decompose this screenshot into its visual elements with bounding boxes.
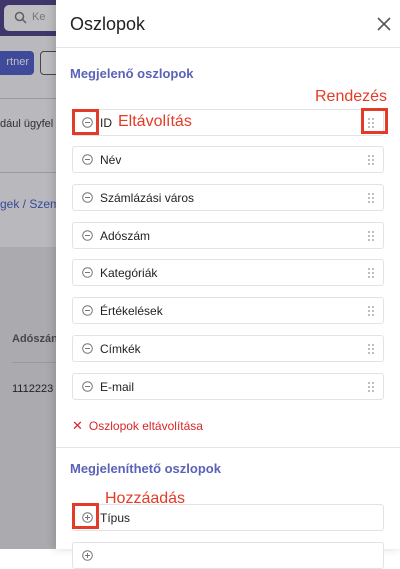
- column-label: E-mail: [100, 380, 135, 394]
- drag-handle-icon[interactable]: [367, 192, 375, 204]
- annotation-sort-label: Rendezés: [315, 88, 388, 105]
- annotation-remove-box: [72, 109, 99, 135]
- remove-column-icon[interactable]: [82, 154, 93, 165]
- modal-overlay[interactable]: [0, 0, 56, 549]
- column-label: Név: [100, 153, 122, 167]
- close-icon[interactable]: [374, 14, 394, 34]
- available-column-item[interactable]: [72, 542, 384, 569]
- panel-divider: [56, 447, 400, 448]
- column-label: Típus: [100, 511, 131, 525]
- column-label: Kategóriák: [100, 266, 158, 280]
- add-column-icon[interactable]: [82, 550, 93, 561]
- close-icon: ✕: [72, 418, 83, 433]
- remove-columns-label: Oszlopok eltávolítása: [88, 419, 203, 433]
- remove-column-icon[interactable]: [82, 230, 93, 241]
- drag-handle-icon[interactable]: [367, 154, 375, 166]
- remove-column-icon[interactable]: [82, 381, 93, 392]
- annotation-add-label: Hozzáadás: [105, 490, 186, 507]
- drag-handle-icon[interactable]: [367, 343, 375, 355]
- visible-column-item[interactable]: E-mail: [72, 373, 384, 400]
- visible-column-item[interactable]: Adószám: [72, 222, 384, 249]
- available-column-item[interactable]: Típus: [72, 504, 384, 531]
- panel-title: Oszlopok: [70, 14, 146, 34]
- column-label: Adószám: [100, 229, 151, 243]
- panel-divider: [56, 47, 400, 48]
- remove-column-icon[interactable]: [82, 267, 93, 278]
- remove-column-icon[interactable]: [82, 192, 93, 203]
- column-label: Címkék: [100, 342, 141, 356]
- remove-columns-button[interactable]: ✕ Oszlopok eltávolítása: [72, 418, 203, 434]
- column-label: Számlázási város: [100, 191, 195, 205]
- background-app: Ke rtner dául ügyfel gek / Szem Adószán …: [0, 0, 56, 549]
- column-label: Értékelések: [100, 304, 163, 318]
- visible-column-item[interactable]: Név: [72, 146, 384, 173]
- remove-column-icon[interactable]: [82, 305, 93, 316]
- columns-panel: Oszlopok Megjelenő oszlopok ID Név Száml…: [56, 0, 400, 569]
- annotation-add-box: [72, 503, 99, 529]
- drag-handle-icon[interactable]: [367, 267, 375, 279]
- visible-columns-title: Megjelenő oszlopok: [70, 66, 194, 81]
- visible-column-item[interactable]: Kategóriák: [72, 259, 384, 286]
- visible-column-item[interactable]: Számlázási város: [72, 184, 384, 211]
- drag-handle-icon[interactable]: [367, 230, 375, 242]
- visible-column-item[interactable]: Értékelések: [72, 297, 384, 324]
- column-label: ID: [100, 116, 112, 130]
- annotation-remove-label: Eltávolítás: [118, 113, 192, 130]
- available-columns-title: Megjeleníthető oszlopok: [70, 461, 221, 476]
- drag-handle-icon[interactable]: [367, 381, 375, 393]
- annotation-sort-box: [361, 108, 388, 134]
- visible-column-item[interactable]: Címkék: [72, 335, 384, 362]
- drag-handle-icon[interactable]: [367, 305, 375, 317]
- remove-column-icon[interactable]: [82, 343, 93, 354]
